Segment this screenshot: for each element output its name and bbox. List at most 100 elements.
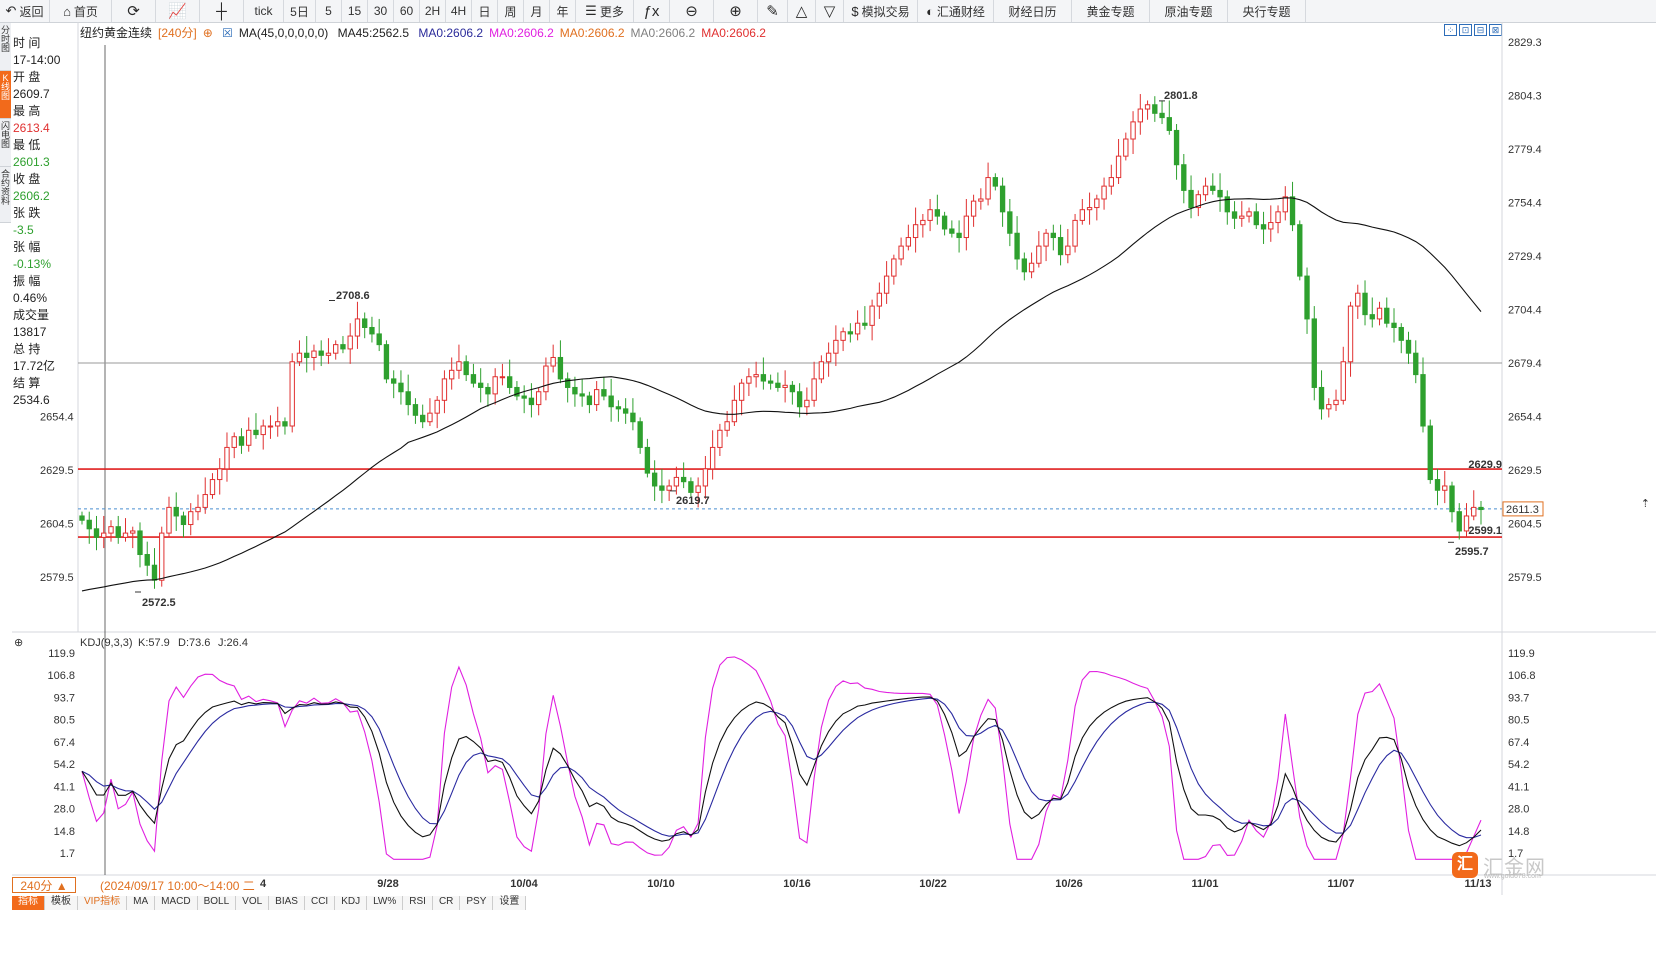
- candle-body: [1086, 207, 1093, 211]
- indicator-tabs: 指标 模板 VIP指标 MA MACD BOLL VOL BIAS CCI KDJ LW% RSI CR…: [12, 896, 527, 910]
- candle-body: [260, 425, 266, 436]
- candle-body: [601, 389, 607, 397]
- candle-body: [369, 326, 375, 335]
- candle-body: [1449, 485, 1455, 513]
- indicator-tab-kdj9[interactable]: KDJ: [335, 896, 368, 910]
- candle-body: [1050, 232, 1057, 239]
- indicator-tab-cci8[interactable]: CCI: [304, 896, 336, 910]
- logo-url: www.gold678.com: [1484, 873, 1541, 880]
- candle-body: [217, 468, 223, 481]
- indicator-tab-psy13[interactable]: PSY: [460, 896, 494, 910]
- candle-body: [659, 485, 665, 491]
- indicator-tab-boll5[interactable]: BOLL: [197, 896, 237, 910]
- indicator-tab-vip2[interactable]: VIP指标: [78, 896, 128, 910]
- indicator-tab-vol6[interactable]: VOL: [236, 896, 270, 910]
- candle-body: [572, 386, 578, 395]
- candle-body: [1478, 506, 1484, 511]
- candle-body: [1260, 224, 1267, 230]
- candle-body: [963, 215, 970, 239]
- candle-body: [1188, 189, 1194, 209]
- candle-body: [934, 209, 941, 217]
- candle-body: [238, 436, 245, 446]
- candle-body: [949, 228, 955, 234]
- candle-body: [978, 198, 984, 202]
- candle-body: [1420, 374, 1426, 427]
- candle-body: [811, 378, 817, 401]
- indicator-tab-macd4[interactable]: MACD: [155, 896, 198, 910]
- kdj-title: KDJ(9,3,3): [80, 637, 133, 649]
- candle-body: [202, 494, 208, 508]
- candle-body: [709, 446, 716, 470]
- candle-body: [760, 374, 767, 382]
- candle-body: [688, 481, 694, 493]
- candle-body: [992, 177, 999, 187]
- candle-body: [825, 352, 832, 363]
- candle-body: [1152, 104, 1158, 114]
- kdj-left-label: 41.1: [54, 781, 75, 793]
- price-axis-label: 2629.5: [1508, 465, 1542, 477]
- candle-body: [622, 408, 629, 414]
- kdj-left-label: 67.4: [54, 737, 75, 749]
- candle-body: [499, 376, 506, 379]
- candle-body: [644, 446, 651, 474]
- candle-body: [1108, 177, 1114, 187]
- candle-body: [456, 361, 462, 371]
- candle-body: [557, 356, 564, 380]
- indicator-tab-cr12[interactable]: CR: [432, 896, 461, 910]
- price-axis-label: 2579.5: [1508, 572, 1542, 584]
- price-axis-label: 2654.4: [1508, 412, 1542, 424]
- candle-body: [753, 374, 759, 378]
- candle-body: [1275, 211, 1281, 224]
- candle-body: [449, 369, 455, 380]
- candle-body: [593, 389, 600, 406]
- candle-body: [137, 530, 143, 556]
- price-chart[interactable]: 2829.3 2804.3 2779.4 2754.4 2729.4 2704.4 2679…: [0, 0, 1656, 955]
- candle-body: [398, 382, 404, 393]
- candle-body: [637, 421, 643, 448]
- indicator-tab-lw10[interactable]: LW%: [367, 896, 404, 910]
- left-price-label: 2629.5: [40, 465, 74, 477]
- candle-body: [441, 378, 448, 401]
- price-axis-label: 2754.4: [1508, 197, 1542, 209]
- candle-body: [1130, 121, 1136, 140]
- candle-body: [1369, 314, 1375, 320]
- indicator-tab-bias7[interactable]: BIAS: [269, 896, 305, 910]
- candle-body: [506, 376, 513, 388]
- time-axis-label: 10/04: [510, 878, 538, 890]
- price-axis-label: 2729.4: [1508, 251, 1542, 263]
- kdj-axis-label: 14.8: [1508, 826, 1529, 838]
- candle-body: [818, 361, 825, 380]
- candle-body: [1057, 237, 1064, 256]
- brand-logo: 汇 汇金网 www.gold678.com: [1452, 848, 1556, 882]
- candle-body: [485, 386, 491, 395]
- indicator-tab-ma3[interactable]: MA: [127, 896, 156, 910]
- candle-body: [209, 479, 216, 496]
- candle-body: [528, 397, 535, 406]
- candle-body: [630, 412, 636, 423]
- candle-body: [579, 393, 585, 397]
- kdj-left-label: 28.0: [54, 803, 75, 815]
- candle-body: [847, 331, 854, 335]
- indicator-tab-14[interactable]: 设置: [493, 896, 527, 910]
- kdj-j-value: J:26.4: [218, 637, 248, 649]
- candle-body: [391, 378, 397, 384]
- candle-body: [804, 399, 810, 408]
- candle-body: [1471, 506, 1477, 517]
- candle-body: [1065, 245, 1071, 256]
- candle-body: [1384, 307, 1390, 324]
- candle-body: [108, 526, 114, 534]
- candle-body: [651, 472, 658, 487]
- candle-body: [173, 506, 179, 517]
- candle-body: [101, 532, 107, 538]
- candle-body: [79, 515, 85, 521]
- candle-body: [1268, 222, 1274, 230]
- indicator-tab-1[interactable]: 模板: [45, 896, 78, 910]
- logo-badge: 汇: [1452, 852, 1478, 878]
- indicator-tab-0[interactable]: 指标: [12, 896, 45, 910]
- left-price-label: 2654.4: [40, 412, 74, 424]
- candle-body: [1297, 224, 1303, 277]
- price-axis-label: 2779.4: [1508, 144, 1542, 156]
- indicator-tab-rsi11[interactable]: RSI: [403, 896, 433, 910]
- candle-body: [1442, 485, 1448, 491]
- candle-body: [927, 209, 933, 221]
